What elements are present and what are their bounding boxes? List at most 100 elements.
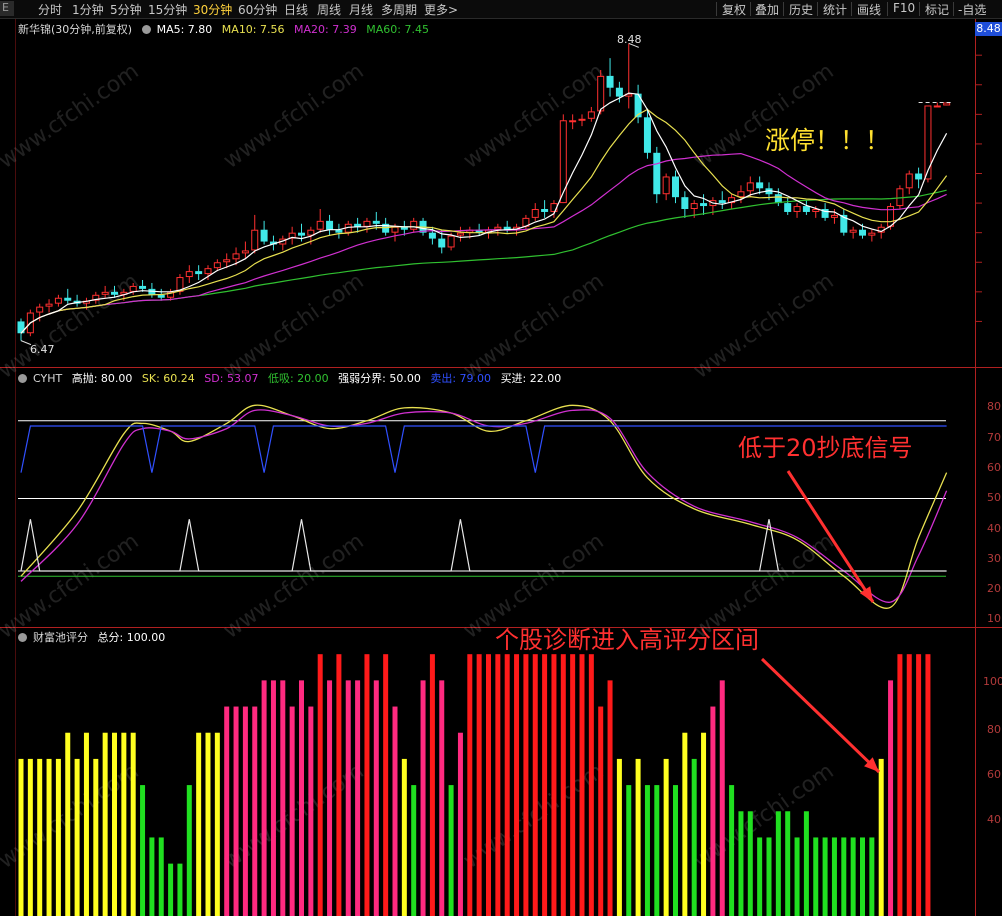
score-bar xyxy=(252,706,258,916)
candle-body xyxy=(746,182,754,192)
candle-body xyxy=(391,226,399,233)
score-bar xyxy=(261,680,267,916)
score-bar xyxy=(373,680,379,916)
candle-body xyxy=(615,87,623,97)
mark-button[interactable]: 标记 xyxy=(925,1,949,18)
low-price-label: 6.47 xyxy=(30,343,55,356)
score-bar xyxy=(616,758,622,916)
score-bar xyxy=(766,837,772,916)
edge-label: E xyxy=(2,1,9,14)
score-bar xyxy=(644,785,650,916)
watermark-text: www.cfchi.com xyxy=(0,59,144,174)
score-bar xyxy=(327,680,333,916)
watermark-text: www.cfchi.com xyxy=(219,529,368,644)
candle-body xyxy=(213,262,221,269)
candle-body xyxy=(690,203,698,210)
candle-body xyxy=(541,209,549,212)
watermark-text: www.cfchi.com xyxy=(459,59,608,174)
score-bar xyxy=(93,758,99,916)
score-bar xyxy=(355,680,361,916)
tab-timeshare[interactable]: 分时 xyxy=(38,1,62,18)
score-bar xyxy=(897,654,903,916)
score-bar xyxy=(401,758,407,916)
candle-body xyxy=(45,303,53,307)
score-bar xyxy=(102,732,108,916)
cyht-buy: 买进: 22.00 xyxy=(500,372,562,385)
candle-body xyxy=(643,117,651,153)
score-bar xyxy=(504,654,510,916)
watermark-text: www.cfchi.com xyxy=(219,269,368,384)
overlay-button[interactable]: 叠加 xyxy=(755,1,779,18)
score-bar xyxy=(121,732,127,916)
tab-1min[interactable]: 1分钟 xyxy=(72,1,104,18)
score-bar xyxy=(186,785,192,916)
score-bar xyxy=(345,680,351,916)
candle-body xyxy=(241,250,249,254)
score-bar xyxy=(289,706,295,916)
tab-daily[interactable]: 日线 xyxy=(284,1,308,18)
score-bar xyxy=(214,732,220,916)
add-watchlist-button[interactable]: -自选 xyxy=(958,1,986,18)
score-bar xyxy=(46,758,52,916)
score-bar xyxy=(457,732,463,916)
candle-body xyxy=(195,271,203,275)
score-bar xyxy=(486,654,491,916)
settings-icon[interactable] xyxy=(18,633,27,642)
cyht-title: CYHT xyxy=(33,372,63,385)
score-axis-tick-100: 100 xyxy=(983,675,1002,688)
score-bar xyxy=(168,863,174,916)
candle-body xyxy=(260,229,268,242)
history-button[interactable]: 历史 xyxy=(789,1,813,18)
score-bar xyxy=(719,680,725,916)
candle-body xyxy=(129,285,137,292)
tab-more[interactable]: 更多> xyxy=(424,1,458,18)
cyht-axis-tick-80: 80 xyxy=(987,400,1001,413)
f10-button[interactable]: F10 xyxy=(893,1,915,15)
statistics-button[interactable]: 统计 xyxy=(823,1,847,18)
tab-5min[interactable]: 5分钟 xyxy=(110,1,142,18)
candle-body xyxy=(681,197,689,210)
candle-body xyxy=(737,191,745,198)
limit-up-annotation: 涨停！！！ xyxy=(765,126,891,155)
score-bar xyxy=(729,785,735,916)
candle-body xyxy=(653,152,661,195)
candle-body xyxy=(587,111,595,119)
cyht-legend: CYHT 高抛: 80.00 SK: 60.24 SD: 53.07 低吸: 2… xyxy=(18,370,567,386)
settings-icon[interactable] xyxy=(141,25,151,34)
stock-title: 新华锦(30分钟,前复权) xyxy=(18,23,133,36)
tab-monthly[interactable]: 月线 xyxy=(349,1,373,18)
tab-60min[interactable]: 60分钟 xyxy=(238,1,277,18)
tab-15min[interactable]: 15分钟 xyxy=(148,1,187,18)
score-bar xyxy=(336,654,342,916)
score-bar xyxy=(785,811,791,916)
candle-body xyxy=(943,102,951,106)
score-bar xyxy=(205,732,211,916)
score-bar xyxy=(196,732,202,916)
ma5-label: MA5: 7.80 xyxy=(156,23,213,36)
score-bar xyxy=(579,654,585,916)
score-bar xyxy=(495,654,501,916)
cyht-axis-tick-30: 30 xyxy=(987,552,1001,565)
cyht-low-buy: 低吸: 20.00 xyxy=(267,372,329,385)
score-bar xyxy=(710,706,716,916)
cyht-axis-tick-60: 60 xyxy=(987,461,1001,474)
settings-icon[interactable] xyxy=(18,374,27,383)
tab-30min[interactable]: 30分钟 xyxy=(193,1,232,18)
high-price-label: 8.48 xyxy=(617,33,642,46)
candle-body xyxy=(232,253,240,260)
candle-body xyxy=(251,229,259,251)
restore-rights-button[interactable]: 复权 xyxy=(722,1,746,18)
draw-line-button[interactable]: 画线 xyxy=(857,1,881,18)
score-bar xyxy=(607,680,613,916)
candle-body xyxy=(859,229,866,236)
score-bar xyxy=(850,837,856,916)
tab-weekly[interactable]: 周线 xyxy=(317,1,341,18)
tab-multi-period[interactable]: 多周期 xyxy=(381,1,417,18)
score-bar xyxy=(598,706,604,916)
score-bar xyxy=(542,654,548,916)
score-bar xyxy=(673,785,678,916)
score-bar xyxy=(869,837,875,916)
candle-body xyxy=(372,220,380,224)
candle-body xyxy=(298,232,305,236)
score-bar xyxy=(112,732,117,916)
